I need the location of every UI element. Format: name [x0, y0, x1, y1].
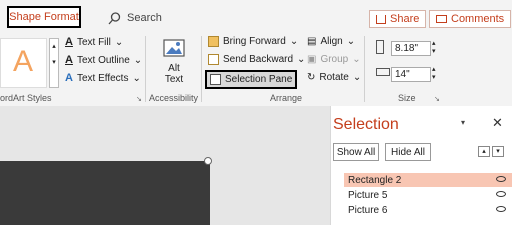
group-icon: ▣: [307, 54, 317, 65]
alt-text-label-line1: Alt: [168, 63, 180, 74]
wordart-gallery-scroll[interactable]: ▴ ▾: [49, 38, 59, 88]
bring-forward-button[interactable]: Bring Forward ⌄: [208, 36, 298, 47]
comment-icon: [436, 15, 447, 23]
spin-down-icon[interactable]: ▾: [432, 74, 436, 82]
align-button[interactable]: ▤ Align ⌄: [307, 36, 355, 47]
dialog-launcher-icon[interactable]: ↘: [434, 95, 440, 103]
send-backward-icon: [208, 54, 219, 65]
text-outline-icon: A: [65, 54, 73, 66]
show-all-button[interactable]: Show All: [333, 143, 379, 161]
resize-handle[interactable]: [204, 157, 212, 165]
align-label: Align: [320, 36, 343, 47]
group-button[interactable]: ▣ Group ⌄: [307, 54, 361, 65]
wordart-a-icon: A: [13, 45, 34, 78]
chevron-down-icon: ⌄: [352, 72, 362, 83]
selection-pane-button[interactable]: Selection Pane: [205, 70, 298, 89]
width-spinner[interactable]: ▴ ▾: [432, 66, 436, 82]
list-item[interactable]: Picture 5: [344, 188, 512, 202]
alt-text-button[interactable]: Alt Text: [160, 38, 188, 85]
bring-forward-label: Bring Forward: [223, 36, 286, 47]
pane-options-icon[interactable]: ▾: [461, 118, 465, 127]
comments-button[interactable]: Comments: [429, 10, 512, 28]
alt-text-label-line2: Text: [164, 74, 184, 85]
eye-icon[interactable]: [496, 176, 506, 182]
tab-shape-format[interactable]: Shape Format: [7, 6, 81, 28]
chevron-down-icon: ▾: [52, 59, 56, 66]
list-item-label: Picture 5: [348, 189, 388, 201]
search-box[interactable]: Search: [108, 9, 162, 27]
chevron-down-icon: ⌄: [352, 54, 361, 65]
arrange-group-label: Arrange: [270, 93, 303, 103]
list-item[interactable]: Rectangle 2: [344, 173, 512, 187]
send-backward-button[interactable]: Send Backward ⌄: [208, 54, 305, 65]
share-icon: [376, 14, 386, 24]
chevron-down-icon: ⌄: [346, 36, 356, 47]
text-effects-icon: A: [65, 72, 73, 84]
selection-pane-label: Selection Pane: [225, 74, 293, 85]
height-icon: [376, 40, 384, 57]
comments-label: Comments: [451, 13, 505, 25]
chevron-down-icon: ⌄: [297, 54, 306, 65]
text-outline-label: Text Outline: [76, 54, 130, 66]
group-separator: [201, 36, 202, 102]
text-effects-button[interactable]: A Text Effects ⌄: [65, 72, 141, 84]
width-icon: [376, 68, 390, 79]
wordart-styles-group-label: ordArt Styles: [0, 93, 52, 103]
chevron-up-icon: ▴: [52, 43, 56, 50]
text-outline-button[interactable]: A Text Outline ⌄: [65, 54, 142, 66]
slide-image[interactable]: [0, 161, 210, 225]
send-backward-label: Send Backward: [223, 54, 294, 65]
rotate-label: Rotate: [319, 72, 349, 83]
rotate-button[interactable]: ↻ Rotate ⌄: [307, 72, 361, 83]
shape-height-input[interactable]: 8.18": [391, 41, 431, 56]
chevron-down-icon: ⌄: [114, 36, 124, 48]
eye-icon[interactable]: [496, 206, 506, 212]
selection-pane-title: Selection: [333, 116, 399, 133]
spin-down-icon[interactable]: ▾: [432, 48, 436, 56]
rotate-icon: ↻: [307, 72, 316, 83]
alt-text-icon: [163, 39, 185, 57]
list-item-label: Picture 6: [348, 204, 388, 216]
hide-all-button[interactable]: Hide All: [385, 143, 431, 161]
dialog-launcher-icon[interactable]: ↘: [136, 95, 142, 103]
shape-width-input[interactable]: 14": [391, 67, 431, 82]
spin-up-icon[interactable]: ▴: [432, 66, 436, 74]
selection-pane-icon: [210, 74, 221, 85]
group-label: Group: [320, 54, 349, 65]
chevron-down-icon: ⌄: [289, 36, 299, 47]
send-backward-layer-icon[interactable]: ▾: [492, 146, 504, 157]
size-group-label: Size: [398, 93, 416, 103]
wordart-gallery[interactable]: A: [0, 38, 47, 88]
bring-forward-layer-icon[interactable]: ▴: [478, 146, 490, 157]
share-label: Share: [390, 13, 420, 25]
chevron-down-icon: ⌄: [132, 72, 141, 84]
search-icon: [108, 11, 121, 24]
chevron-down-icon: ⌄: [133, 54, 143, 66]
bring-forward-icon: [208, 36, 219, 47]
text-fill-icon: A: [65, 36, 73, 48]
align-icon: ▤: [307, 36, 317, 47]
share-button[interactable]: Share: [369, 10, 427, 28]
text-fill-button[interactable]: A Text Fill ⌄: [65, 36, 123, 48]
list-item[interactable]: Picture 6: [344, 203, 512, 217]
eye-icon[interactable]: [496, 191, 506, 197]
list-item-label: Rectangle 2: [348, 174, 402, 186]
group-separator: [145, 36, 146, 102]
search-label: Search: [127, 12, 162, 24]
text-fill-label: Text Fill: [76, 36, 111, 48]
spin-up-icon[interactable]: ▴: [432, 40, 436, 48]
text-effects-label: Text Effects: [76, 72, 129, 84]
group-separator: [364, 36, 365, 102]
accessibility-group-label: Accessibility: [149, 93, 199, 103]
height-spinner[interactable]: ▴ ▾: [432, 40, 436, 56]
close-icon[interactable]: ✕: [492, 115, 503, 131]
